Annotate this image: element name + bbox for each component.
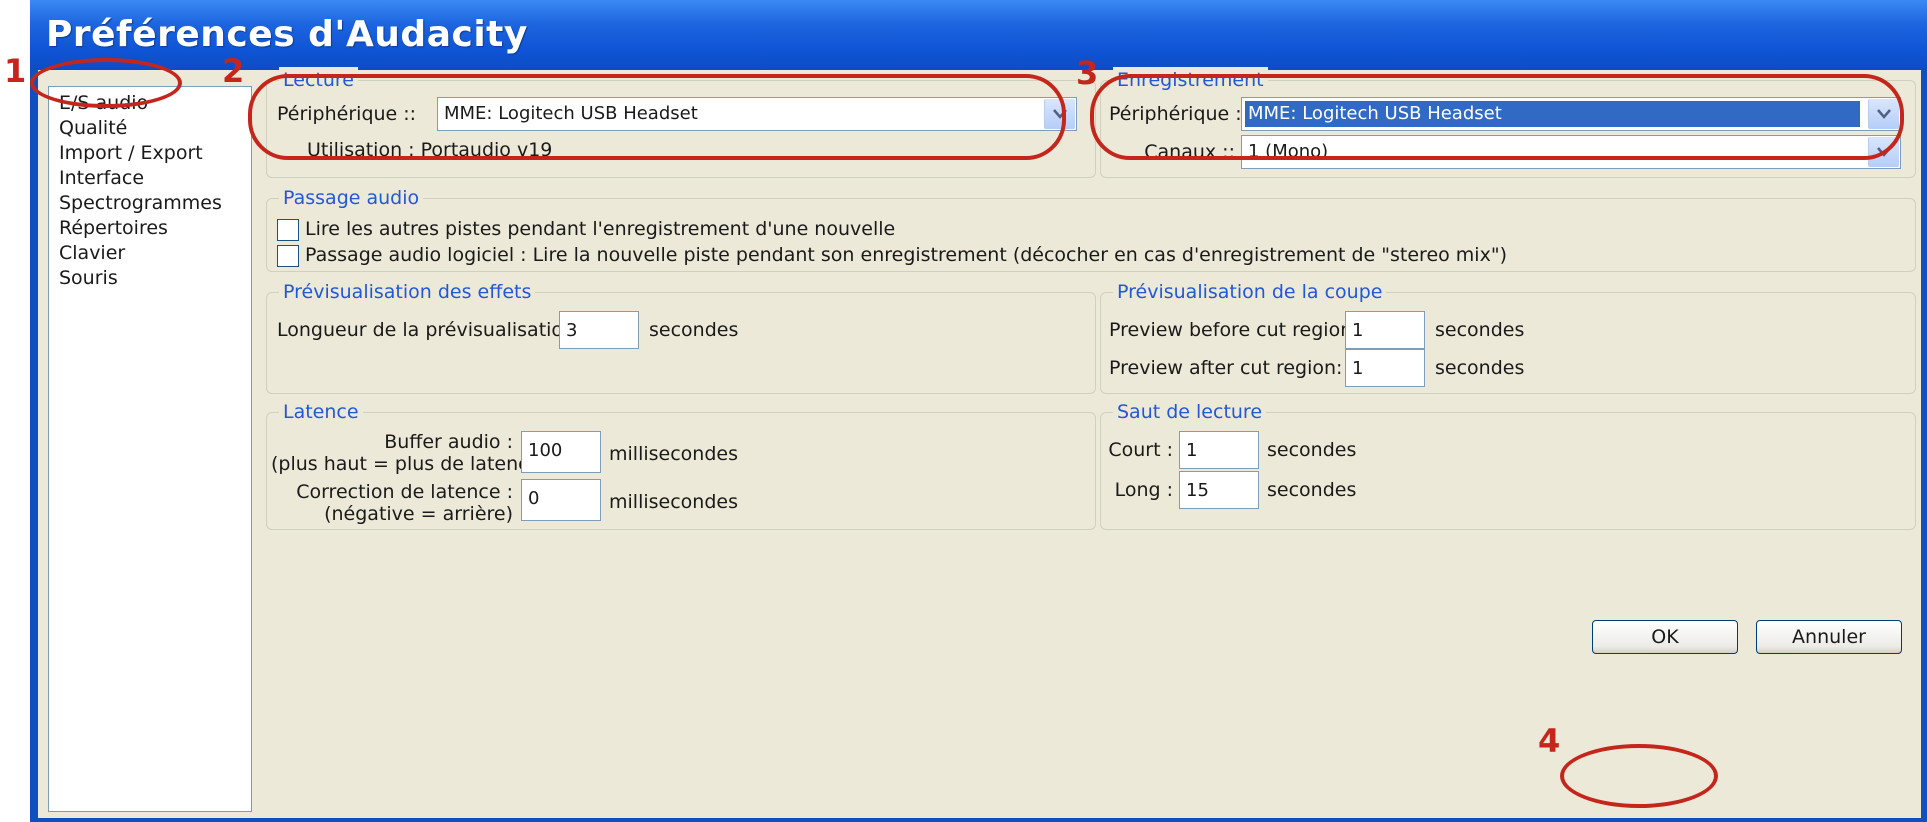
category-list: E/S audio Qualité Import / Export Interf…	[48, 86, 252, 812]
latency-group: Latence Buffer audio : (plus haut = plus…	[266, 399, 1096, 530]
software-playthrough-label: Passage audio logiciel : Lire la nouvell…	[305, 244, 1507, 266]
annotation-number-4: 4	[1538, 722, 1561, 760]
title-bar[interactable]: Préférences d'Audacity	[30, 0, 1927, 70]
software-playthrough-checkbox[interactable]	[277, 245, 299, 267]
window-title: Préférences d'Audacity	[46, 14, 528, 55]
passage-audio-legend: Passage audio	[279, 185, 424, 211]
preview-length-unit: secondes	[649, 319, 739, 341]
seek-long-unit: secondes	[1267, 479, 1357, 501]
annotation-ring-2	[248, 74, 1066, 160]
annotation-ring-3	[1090, 74, 1904, 160]
latency-legend: Latence	[279, 399, 363, 425]
latency-correction-sublabel: (négative = arrière)	[324, 503, 513, 525]
buffer-unit: millisecondes	[609, 443, 738, 465]
overdub-checkbox[interactable]	[277, 219, 299, 241]
buffer-input[interactable]: 100	[521, 431, 601, 473]
after-cut-unit: secondes	[1435, 357, 1525, 379]
seek-short-input[interactable]: 1	[1179, 431, 1259, 469]
category-item-souris[interactable]: Souris	[59, 264, 118, 292]
cut-preview-legend: Prévisualisation de la coupe	[1113, 279, 1387, 305]
seek-long-label: Long :	[1114, 479, 1173, 501]
category-item-interface[interactable]: Interface	[59, 164, 144, 192]
category-item-spectrogrammes[interactable]: Spectrogrammes	[59, 189, 222, 217]
category-item-import-export[interactable]: Import / Export	[59, 139, 203, 167]
seek-short-unit: secondes	[1267, 439, 1357, 461]
ok-button[interactable]: OK	[1592, 620, 1738, 654]
cancel-button[interactable]: Annuler	[1756, 620, 1902, 654]
annotation-ring-4	[1560, 744, 1718, 808]
seek-short-label: Court :	[1108, 439, 1173, 461]
overdub-label: Lire les autres pistes pendant l'enregis…	[305, 218, 896, 240]
cut-preview-group: Prévisualisation de la coupe Preview bef…	[1100, 279, 1916, 394]
seek-legend: Saut de lecture	[1113, 399, 1267, 425]
seek-group: Saut de lecture Court : 1 secondes Long …	[1100, 399, 1916, 530]
preview-length-input[interactable]: 3	[559, 311, 639, 349]
annotation-number-2: 2	[222, 52, 245, 90]
latency-correction-input[interactable]: 0	[521, 479, 601, 521]
before-cut-unit: secondes	[1435, 319, 1525, 341]
annotation-ring-1	[30, 58, 182, 108]
after-cut-label: Preview after cut region:	[1109, 357, 1343, 379]
effects-preview-legend: Prévisualisation des effets	[279, 279, 536, 305]
passage-audio-group: Passage audio Lire les autres pistes pen…	[266, 185, 1916, 272]
category-item-clavier[interactable]: Clavier	[59, 239, 125, 267]
category-item-repertoires[interactable]: Répertoires	[59, 214, 168, 242]
before-cut-input[interactable]: 1	[1345, 311, 1425, 349]
preview-length-label: Longueur de la prévisualisation :	[277, 319, 588, 341]
annotation-number-3: 3	[1076, 54, 1099, 92]
seek-long-input[interactable]: 15	[1179, 471, 1259, 509]
after-cut-input[interactable]: 1	[1345, 349, 1425, 387]
dialog-body: E/S audio Qualité Import / Export Interf…	[38, 67, 1921, 818]
latency-correction-unit: millisecondes	[609, 491, 738, 513]
category-item-qualite[interactable]: Qualité	[59, 114, 127, 142]
buffer-sublabel: (plus haut = plus de latence)	[271, 453, 548, 475]
effects-preview-group: Prévisualisation des effets Longueur de …	[266, 279, 1096, 394]
before-cut-label: Preview before cut region:	[1109, 319, 1359, 341]
annotation-number-1: 1	[4, 52, 27, 90]
